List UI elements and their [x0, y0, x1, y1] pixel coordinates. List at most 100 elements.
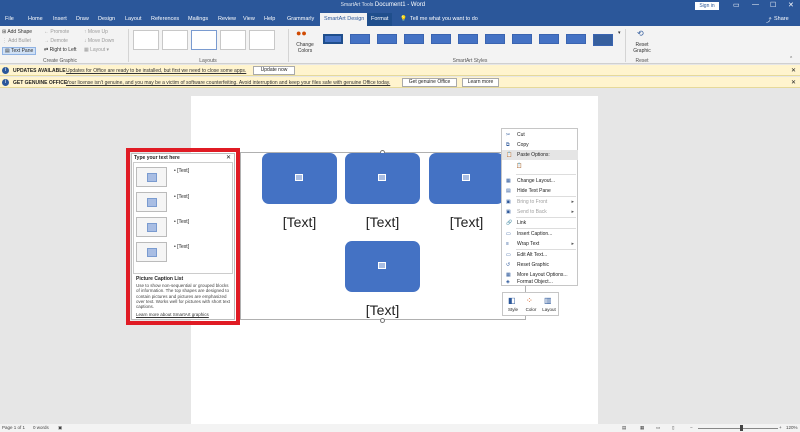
caption-text[interactable]: [Text]	[345, 214, 420, 230]
proofing-icon[interactable]: ▣	[58, 425, 62, 431]
picture-thumbnail[interactable]	[136, 192, 167, 212]
picture-thumbnail[interactable]	[136, 167, 167, 187]
menu-item-cut[interactable]: ✂ Cut	[502, 130, 578, 140]
smartart-style-item[interactable]	[512, 34, 532, 44]
tell-me-search[interactable]: Tell me what you want to do	[410, 16, 478, 22]
menu-item-hide-text-pane[interactable]: ▤ Hide Text Pane	[502, 186, 578, 196]
tab-layout[interactable]: Layout	[125, 16, 142, 22]
word-count[interactable]: 0 words	[33, 425, 49, 430]
smartart-style-item[interactable]	[566, 34, 586, 44]
layout-button[interactable]: Layout	[541, 307, 557, 312]
collapse-ribbon-icon[interactable]: ⌃	[789, 56, 793, 62]
promote-button[interactable]: ← Promote	[44, 29, 69, 35]
focus-icon[interactable]: ▤	[622, 425, 626, 431]
tab-help[interactable]: Help	[264, 16, 275, 22]
page-count[interactable]: Page 1 of 1	[2, 425, 25, 430]
menu-item-reset-graphic[interactable]: ↺ Reset Graphic	[502, 260, 578, 270]
close-message-icon[interactable]: ✕	[791, 79, 796, 86]
move-up-button[interactable]: ↑ Move Up	[84, 29, 108, 35]
paste-option-keep[interactable]: 📋	[502, 160, 578, 173]
tab-smartart-design[interactable]: SmartArt Design	[320, 13, 369, 26]
add-bullet-button[interactable]: ⋮ Add Bullet	[2, 38, 31, 44]
close-button[interactable]: ✕	[788, 1, 794, 9]
print-layout-icon[interactable]: ▭	[656, 425, 660, 431]
smartart-style-item[interactable]	[404, 34, 424, 44]
layout-gallery-item[interactable]	[220, 30, 246, 50]
style-button[interactable]: Style	[505, 307, 521, 312]
tab-view[interactable]: View	[243, 16, 255, 22]
menu-item-edit-alt-text[interactable]: ▭ Edit Alt Text...	[502, 250, 578, 260]
tab-review[interactable]: Review	[218, 16, 236, 22]
message-text[interactable]: Your license isn't genuine, and you may …	[66, 80, 390, 86]
gallery-more-icon[interactable]: ▾	[618, 30, 621, 36]
color-button[interactable]: Color	[523, 307, 539, 312]
get-genuine-office-button[interactable]: Get genuine Office	[402, 78, 457, 87]
smartart-style-item[interactable]	[593, 34, 613, 46]
menu-item-wrap-text[interactable]: ≡ Wrap Text ▸	[502, 239, 578, 249]
menu-item-insert-caption[interactable]: ▭ Insert Caption...	[502, 229, 578, 239]
close-message-icon[interactable]: ✕	[791, 67, 796, 74]
close-icon[interactable]: ✕	[226, 154, 231, 161]
resize-handle[interactable]	[380, 318, 385, 323]
menu-item-copy[interactable]: ⧉ Copy	[502, 140, 578, 150]
tab-mailings[interactable]: Mailings	[188, 16, 208, 22]
picture-placeholder-icon[interactable]	[295, 174, 303, 181]
change-colors-button[interactable]: Change Colors	[293, 42, 317, 54]
add-shape-button[interactable]: ⊞ Add Shape	[2, 29, 32, 35]
menu-item-paste-options[interactable]: 📋 Paste Options:	[502, 150, 578, 160]
layout-button[interactable]: ▦ Layout ▾	[84, 47, 109, 53]
menu-item-link[interactable]: 🔗 Link	[502, 218, 578, 228]
reset-graphic-button[interactable]: Reset Graphic	[630, 42, 654, 54]
menu-item-bring-to-front[interactable]: ▣ Bring to Front ▸	[502, 197, 578, 207]
picture-placeholder-icon[interactable]	[378, 174, 386, 181]
smartart-style-item[interactable]	[431, 34, 451, 44]
tab-design[interactable]: Design	[98, 16, 115, 22]
layout-gallery-item[interactable]	[133, 30, 159, 50]
layout-gallery-item[interactable]	[162, 30, 188, 50]
zoom-slider-thumb[interactable]	[740, 425, 743, 431]
tab-draw[interactable]: Draw	[76, 16, 89, 22]
ribbon-display-icon[interactable]: ▭	[733, 1, 740, 9]
layout-gallery-item-selected[interactable]	[191, 30, 217, 50]
zoom-out-icon[interactable]: −	[690, 425, 693, 430]
learn-more-button[interactable]: Learn more	[462, 78, 499, 87]
menu-item-format-object[interactable]: ◈ Format Object...	[502, 277, 578, 287]
smartart-style-item-selected[interactable]	[323, 34, 343, 44]
picture-thumbnail[interactable]	[136, 242, 167, 262]
picture-shape[interactable]	[345, 241, 420, 292]
tab-home[interactable]: Home	[28, 16, 43, 22]
move-down-button[interactable]: ↓ Move Down	[84, 38, 114, 44]
tab-insert[interactable]: Insert	[53, 16, 67, 22]
picture-thumbnail[interactable]	[136, 217, 167, 237]
update-now-button[interactable]: Update now	[253, 66, 295, 75]
tab-grammarly[interactable]: Grammarly	[287, 16, 314, 22]
zoom-level[interactable]: 120%	[786, 425, 798, 430]
menu-item-change-layout[interactable]: ▦ Change Layout...	[502, 176, 578, 186]
picture-placeholder-icon[interactable]	[378, 262, 386, 269]
picture-placeholder-icon[interactable]	[462, 174, 470, 181]
caption-text[interactable]: [Text]	[429, 214, 504, 230]
caption-text[interactable]: [Text]	[262, 214, 337, 230]
learn-more-link[interactable]: Learn more about SmartArt graphics	[136, 312, 209, 317]
message-text[interactable]: Updates for Office are ready to be insta…	[66, 68, 246, 74]
share-button[interactable]: Share	[774, 16, 789, 22]
text-pane-button[interactable]: ▤ Text Pane	[2, 47, 37, 55]
tab-format[interactable]: Format	[367, 13, 393, 26]
minimize-button[interactable]: —	[752, 1, 759, 8]
bullet-item[interactable]: • [Text]	[174, 219, 189, 225]
tab-file[interactable]: File	[5, 16, 14, 22]
text-entry-area[interactable]: • [Text] • [Text] • [Text] • [Text]	[133, 162, 233, 274]
caption-text[interactable]: [Text]	[345, 302, 420, 318]
smartart-style-item[interactable]	[485, 34, 505, 44]
picture-shape[interactable]	[262, 153, 337, 204]
smartart-style-item[interactable]	[377, 34, 397, 44]
picture-shape[interactable]	[429, 153, 504, 204]
picture-shape[interactable]	[345, 153, 420, 204]
bullet-item[interactable]: • [Text]	[174, 244, 189, 250]
zoom-slider[interactable]	[698, 428, 778, 429]
maximize-button[interactable]: ☐	[770, 1, 776, 9]
sign-in-button[interactable]: Sign in	[695, 2, 719, 10]
zoom-in-icon[interactable]: +	[779, 425, 782, 430]
read-mode-icon[interactable]: ▦	[640, 425, 644, 431]
menu-item-send-to-back[interactable]: ▣ Send to Back ▸	[502, 207, 578, 217]
